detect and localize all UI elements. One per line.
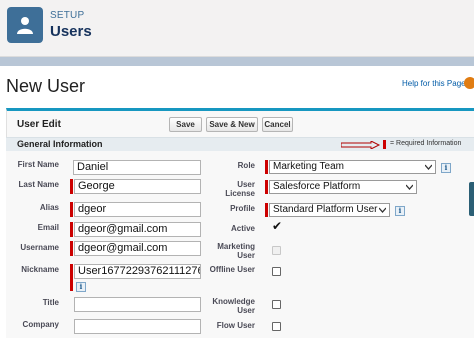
first-name-input[interactable]: Daniel [73, 160, 201, 175]
page-title: New User [6, 76, 86, 96]
help-link[interactable]: Help for this Page [402, 79, 466, 88]
username-label: Username [20, 243, 59, 252]
user-license-value: Salesforce Platform [273, 181, 361, 192]
last-name-input[interactable]: George [74, 179, 201, 194]
cancel-button[interactable]: Cancel [262, 117, 293, 132]
knowledge-user-label: Knowledge User [212, 297, 255, 315]
email-label: Email [37, 223, 59, 232]
active-label: Active [230, 224, 255, 233]
marketing-user-label: Marketing User [217, 242, 255, 260]
company-input[interactable] [74, 319, 201, 334]
nickname-input[interactable]: User16772293762111276 [74, 264, 201, 279]
marketing-user-checkbox[interactable] [272, 246, 281, 255]
profile-value: Standard Platform User [273, 204, 378, 215]
title-input[interactable] [74, 297, 201, 312]
role-value: Marketing Team [273, 161, 344, 172]
required-marker [70, 179, 73, 194]
required-marker [70, 202, 73, 217]
save-button[interactable]: Save [169, 117, 202, 132]
header-title: Users [50, 23, 92, 40]
first-name-label: First Name [17, 160, 59, 169]
users-icon [7, 7, 43, 43]
alias-input[interactable]: dgeor [74, 202, 201, 217]
email-input[interactable]: dgeor@gmail.com [74, 222, 201, 237]
arrow-icon [341, 141, 381, 149]
panel-title: User Edit [17, 119, 61, 130]
profile-info-icon[interactable]: i [395, 206, 405, 216]
required-marker [383, 140, 386, 149]
knowledge-user-checkbox[interactable] [272, 300, 281, 309]
flow-user-label: Flow User [216, 321, 255, 330]
required-marker [265, 160, 268, 174]
side-panel-tab[interactable] [469, 182, 474, 216]
active-checkmark-icon[interactable]: ✔ [272, 219, 282, 233]
setup-header: SETUP Users [0, 0, 474, 57]
profile-label: Profile [230, 204, 255, 213]
user-license-select[interactable]: Salesforce Platform [269, 180, 417, 194]
section-header: General Information = Required Informati… [6, 137, 474, 151]
save-and-new-button[interactable]: Save & New [206, 117, 258, 132]
required-marker [70, 222, 73, 237]
title-label: Title [42, 298, 59, 307]
alias-label: Alias [39, 203, 59, 212]
required-marker [265, 203, 268, 217]
offline-user-checkbox[interactable] [272, 267, 281, 276]
user-license-label: User License [225, 180, 255, 198]
profile-select[interactable]: Standard Platform User [269, 203, 390, 217]
flow-user-checkbox[interactable] [272, 322, 281, 331]
role-label: Role [237, 161, 255, 170]
required-marker [70, 241, 73, 256]
username-input[interactable]: dgeor@gmail.com [74, 241, 201, 256]
required-note: = Required Information [390, 140, 462, 147]
nickname-info-icon[interactable]: i [76, 282, 86, 292]
nickname-label: Nickname [21, 265, 59, 274]
last-name-label: Last Name [18, 180, 59, 189]
required-marker [70, 264, 73, 291]
help-icon[interactable] [464, 77, 474, 89]
chevron-down-icon [379, 207, 386, 213]
role-info-icon[interactable]: i [441, 163, 451, 173]
setup-label: SETUP [50, 10, 85, 21]
chevron-down-icon [406, 184, 413, 190]
header-stripe [0, 57, 474, 66]
offline-user-label: Offline User [209, 265, 255, 274]
company-label: Company [22, 320, 59, 329]
required-marker [265, 180, 268, 194]
chevron-down-icon [425, 164, 432, 170]
role-select[interactable]: Marketing Team [269, 160, 436, 174]
section-title: General Information [17, 139, 103, 149]
